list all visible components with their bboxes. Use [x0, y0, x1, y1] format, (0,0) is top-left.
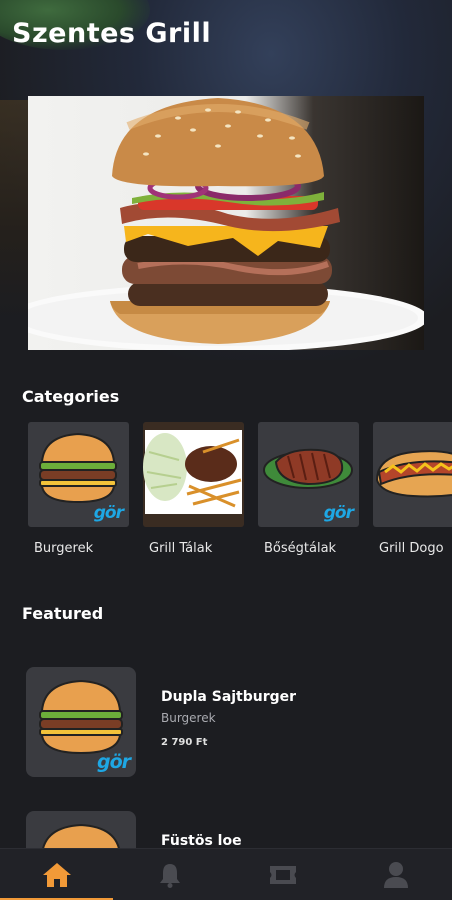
hotdog-icon: gör: [373, 422, 452, 527]
featured-item-name: Dupla Sajtburger: [161, 689, 297, 705]
featured-item[interactable]: gör Dupla Sajtburger Burgerek 2 790 Ft: [26, 667, 426, 779]
category-label: Grill Tálak: [149, 541, 213, 556]
grill-plate-image: [143, 422, 244, 527]
bottom-tab-bar: [0, 848, 452, 900]
tab-coupons[interactable]: [226, 849, 339, 900]
featured-title: Featured: [22, 604, 104, 623]
tab-notifications[interactable]: [113, 849, 226, 900]
category-grill-talak[interactable]: Grill Tálak: [143, 422, 244, 556]
hero-burger-image[interactable]: [28, 96, 424, 350]
category-grill-dogo[interactable]: gör Grill Dogo: [373, 422, 452, 556]
tab-profile[interactable]: [339, 849, 452, 900]
category-label: Burgerek: [34, 541, 94, 556]
category-label: Grill Dogo: [379, 541, 444, 556]
bell-icon: [159, 864, 180, 888]
category-burgerek[interactable]: gör Burgerek: [28, 422, 129, 556]
tab-home[interactable]: [0, 849, 113, 900]
burger-icon: gör: [28, 422, 129, 527]
featured-item-name: Füstös loe: [161, 833, 242, 849]
ticket-icon: [269, 866, 296, 884]
categories-list[interactable]: gör Burgerek Grill Tálak gör Bőségtálak …: [28, 422, 452, 562]
featured-item-price: 2 790 Ft: [161, 737, 208, 748]
categories-title: Categories: [22, 387, 120, 406]
category-bosegtalak[interactable]: gör Bőségtálak: [258, 422, 359, 556]
burger-icon: gör: [26, 667, 136, 777]
brand-badge: gör: [323, 503, 354, 523]
steak-icon: gör: [258, 422, 359, 527]
header-board-decoration: [0, 100, 30, 320]
user-icon: [383, 862, 408, 888]
featured-item-category: Burgerek: [161, 711, 216, 725]
app-title: Szentes Grill: [12, 18, 212, 49]
brand-badge: gör: [93, 503, 124, 523]
brand-badge: gör: [96, 751, 131, 773]
home-icon: [42, 863, 71, 887]
category-label: Bőségtálak: [264, 541, 337, 556]
